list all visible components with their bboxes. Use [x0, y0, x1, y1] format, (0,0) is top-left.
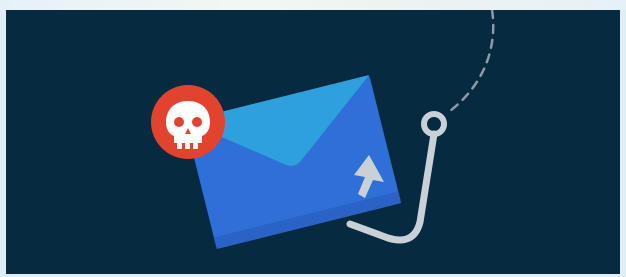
phishing-illustration [151, 10, 495, 250]
skull-badge [151, 85, 225, 159]
illustration-frame [6, 10, 620, 274]
top-background-strip [0, 0, 626, 10]
fishing-line [444, 10, 495, 116]
